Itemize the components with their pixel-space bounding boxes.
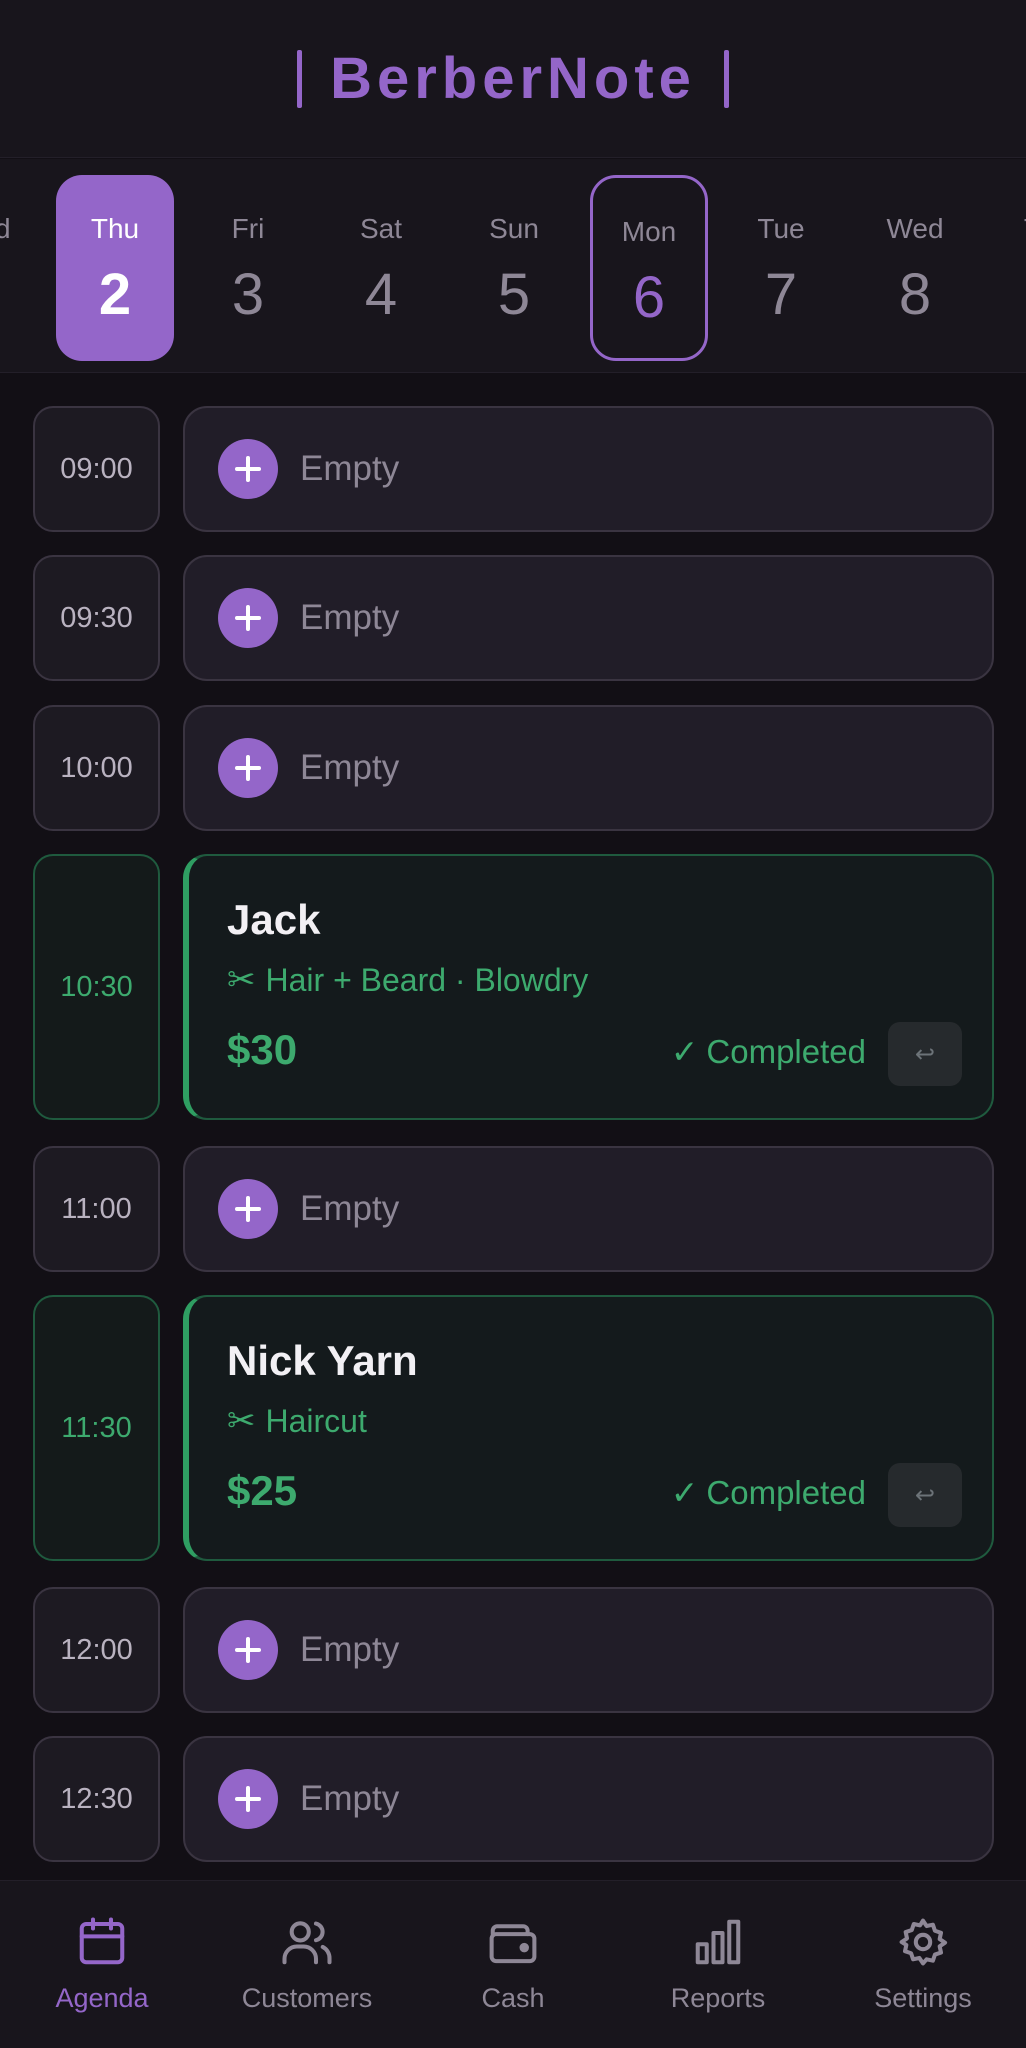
status-label: Completed (706, 1032, 866, 1070)
day-name: Sun (489, 213, 539, 244)
check-icon: ✓ (670, 1474, 699, 1511)
day-item-selected[interactable]: Thu 2 (56, 175, 174, 361)
status-label: Completed (706, 1473, 866, 1511)
day-name: Wed (886, 213, 944, 244)
customer-name: Nick Yarn (227, 1337, 418, 1384)
empty-label: Empty (300, 1189, 400, 1228)
scissors-icon: ✂ (227, 1402, 256, 1440)
scissors-icon: ✂ (227, 961, 256, 999)
day-number: 6 (632, 265, 666, 330)
status-badge: ✓ Completed (671, 1032, 866, 1071)
nav-label: Customers (241, 1983, 373, 2013)
day-name: Fri (231, 213, 265, 244)
undo-icon: ↩ (914, 1040, 936, 1068)
day-number: 2 (98, 262, 132, 327)
status-badge: ✓ Completed (671, 1473, 866, 1512)
nav-settings[interactable]: Settings (833, 1915, 1013, 2014)
day-selector[interactable]: Wed 1 Thu 2 Fri 3 Sat 4 Sun 5 Mon 6 Tue … (0, 159, 1026, 373)
wallet-icon (489, 1924, 537, 1964)
bottom-navigation: Agenda Customers Cash Reports Settings (0, 1880, 1026, 2048)
service-line: ✂ Hair + Beard · Blowdry (227, 960, 588, 1000)
undo-button[interactable]: ↩ (888, 1022, 962, 1086)
service-name: Haircut (265, 1402, 367, 1439)
app-header: BerberNote (0, 0, 1026, 158)
plus-icon[interactable] (218, 1769, 278, 1829)
day-name: Thu (989, 213, 1026, 245)
service-name: Hair + Beard · Blowdry (265, 961, 589, 998)
time-label: 10:00 (33, 705, 160, 831)
appointment-card[interactable]: Jack ✂ Hair + Beard · Blowdry $30 ✓ Comp… (183, 854, 994, 1120)
empty-label: Empty (300, 449, 400, 488)
appointment-price: $30 (227, 1026, 298, 1073)
nav-label: Agenda (55, 1983, 149, 2013)
appointment-card[interactable]: Nick Yarn ✂ Haircut $25 ✓ Completed ↩ (183, 1295, 994, 1561)
plus-icon[interactable] (218, 1620, 278, 1680)
gear-icon (899, 1918, 948, 1966)
day-name: Thu (90, 213, 140, 244)
service-line: ✂ Haircut (227, 1401, 367, 1441)
day-name: Mon (621, 216, 677, 247)
day-item[interactable]: Tue 7 (722, 175, 840, 361)
day-item[interactable]: Sat 4 (322, 175, 440, 361)
nav-reports[interactable]: Reports (628, 1915, 808, 2014)
day-item-today[interactable]: Mon 6 (590, 175, 708, 361)
day-name: Tue (757, 213, 805, 244)
empty-slot[interactable]: Empty (183, 1146, 994, 1272)
empty-slot[interactable]: Empty (183, 1736, 994, 1862)
time-label-booked: 10:30 (33, 854, 160, 1120)
undo-button[interactable]: ↩ (888, 1463, 962, 1527)
day-number: 4 (364, 262, 398, 327)
customer-name: Jack (227, 896, 321, 943)
plus-icon[interactable] (218, 439, 278, 499)
brand: BerberNote (297, 45, 729, 112)
day-number: 5 (497, 262, 531, 327)
time-label-booked: 11:30 (33, 1295, 160, 1561)
brand-bar-right (723, 49, 729, 108)
nav-label: Reports (670, 1983, 766, 2013)
users-icon (282, 1921, 332, 1965)
nav-label: Settings (874, 1983, 972, 2013)
time-label: 11:00 (33, 1146, 160, 1272)
nav-customers[interactable]: Customers (217, 1915, 397, 2014)
time-label: 12:30 (33, 1736, 160, 1862)
day-number: 1 (0, 261, 41, 328)
empty-label: Empty (300, 748, 400, 787)
day-name: Sat (359, 213, 403, 244)
appointment-price: $25 (227, 1467, 298, 1514)
day-number: 8 (898, 262, 932, 327)
bar-chart-icon (695, 1919, 741, 1965)
day-number: 7 (764, 262, 798, 327)
plus-icon[interactable] (218, 1179, 278, 1239)
day-item[interactable]: Sun 5 (455, 175, 573, 361)
empty-label: Empty (300, 1630, 400, 1669)
day-name: Wed (0, 213, 41, 245)
plus-icon[interactable] (218, 588, 278, 648)
brand-bar-left (297, 49, 303, 108)
nav-agenda[interactable]: Agenda (12, 1915, 192, 2014)
undo-icon: ↩ (914, 1481, 936, 1509)
plus-icon[interactable] (218, 738, 278, 798)
empty-label: Empty (300, 1779, 400, 1818)
day-item[interactable]: Fri 3 (189, 175, 307, 361)
calendar-icon (79, 1917, 125, 1965)
check-icon: ✓ (670, 1033, 699, 1070)
day-item[interactable]: Thu 9 (989, 175, 1026, 361)
empty-slot[interactable]: Empty (183, 705, 994, 831)
app-title: BerberNote (330, 46, 696, 111)
day-item[interactable]: Wed 8 (856, 175, 974, 361)
empty-slot[interactable]: Empty (183, 1587, 994, 1713)
empty-label: Empty (300, 598, 400, 637)
day-number: 3 (231, 262, 265, 327)
day-item[interactable]: Wed 1 (0, 175, 41, 361)
day-number: 9 (989, 261, 1026, 328)
time-label: 09:00 (33, 406, 160, 532)
nav-label: Cash (481, 1983, 545, 2013)
time-label: 09:30 (33, 555, 160, 681)
empty-slot[interactable]: Empty (183, 555, 994, 681)
nav-cash[interactable]: Cash (423, 1915, 603, 2014)
time-label: 12:00 (33, 1587, 160, 1713)
empty-slot[interactable]: Empty (183, 406, 994, 532)
